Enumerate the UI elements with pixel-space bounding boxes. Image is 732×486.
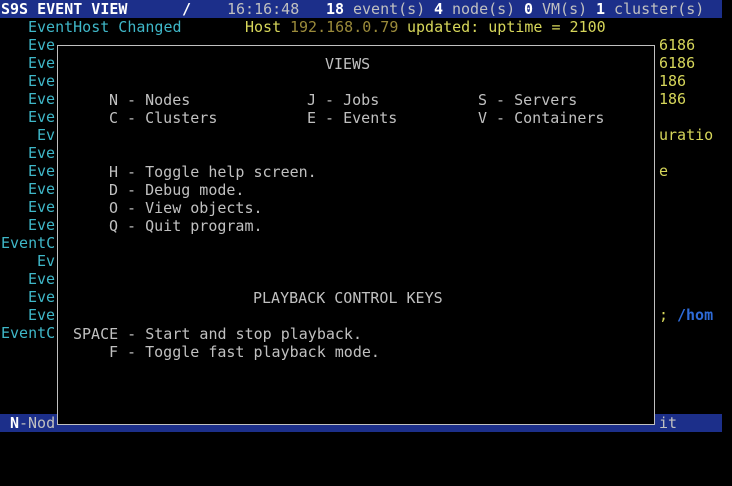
playback-fast[interactable]: F - Toggle fast playback mode. bbox=[109, 343, 380, 361]
view-key-events[interactable]: E - Events bbox=[307, 109, 397, 127]
event-message: e bbox=[659, 162, 669, 180]
footer-label: -Nod bbox=[19, 414, 56, 432]
view-key-containers[interactable]: V - Containers bbox=[478, 109, 604, 127]
event-type: Eve bbox=[28, 72, 56, 90]
event-type: Eve bbox=[28, 270, 56, 288]
playback-title: PLAYBACK CONTROL KEYS bbox=[253, 289, 443, 307]
node-count-label: node(s) bbox=[452, 0, 516, 18]
event-type: Ev bbox=[37, 252, 56, 270]
view-key-jobs[interactable]: J - Jobs bbox=[307, 91, 379, 109]
event-type: Eve bbox=[28, 180, 56, 198]
event-row-selected[interactable]: EventHost Changed Host 192.168.0.79 upda… bbox=[0, 18, 732, 36]
event-message: 186 bbox=[659, 72, 687, 90]
event-message: 186 bbox=[659, 90, 687, 108]
event-type: Eve bbox=[28, 306, 56, 324]
cluster-count: 1 bbox=[596, 0, 606, 18]
event-message: 6186 bbox=[659, 36, 696, 54]
command-objects[interactable]: O - View objects. bbox=[109, 199, 263, 217]
event-message-prefix: Host bbox=[245, 18, 282, 36]
node-count: 4 bbox=[434, 0, 444, 18]
event-count: 18 bbox=[326, 0, 345, 18]
playback-space[interactable]: SPACE - Start and stop playback. bbox=[73, 325, 362, 343]
event-type: Eve bbox=[28, 198, 56, 216]
event-type: EventHost Changed bbox=[28, 18, 182, 36]
event-type: EventC bbox=[1, 234, 56, 252]
command-quit[interactable]: Q - Quit program. bbox=[109, 217, 263, 235]
footer-key[interactable]: N bbox=[10, 414, 19, 432]
event-message: uratio bbox=[659, 126, 714, 144]
command-help[interactable]: H - Toggle help screen. bbox=[109, 163, 317, 181]
event-type: EventC bbox=[1, 324, 56, 342]
clock-time: 16:16:48 bbox=[227, 0, 300, 18]
event-type: Eve bbox=[28, 288, 56, 306]
event-type: Ev bbox=[37, 126, 56, 144]
file-path: /hom bbox=[677, 306, 714, 324]
view-key-clusters[interactable]: C - Clusters bbox=[109, 109, 217, 127]
event-type: Eve bbox=[28, 54, 56, 72]
view-key-servers[interactable]: S - Servers bbox=[478, 91, 577, 109]
event-type: Eve bbox=[28, 216, 56, 234]
command-debug[interactable]: D - Debug mode. bbox=[109, 181, 244, 199]
event-message: ; bbox=[659, 306, 678, 324]
view-title: S9S EVENT VIEW bbox=[1, 0, 128, 18]
footer-right-label: it bbox=[659, 414, 678, 432]
event-count-label: event(s) bbox=[353, 0, 426, 18]
cluster-count-label: cluster(s) bbox=[614, 0, 705, 18]
views-title: VIEWS bbox=[325, 55, 371, 73]
vm-count-label: VM(s) bbox=[542, 0, 588, 18]
vm-count: 0 bbox=[524, 0, 534, 18]
event-type: Eve bbox=[28, 36, 56, 54]
event-type: Eve bbox=[28, 144, 56, 162]
title-separator: / bbox=[182, 0, 192, 18]
help-dialog: VIEWS N - Nodes J - Jobs S - Servers C -… bbox=[57, 45, 655, 425]
event-type: Eve bbox=[28, 162, 56, 180]
event-host-ip: 192.168.0.79 bbox=[290, 18, 399, 36]
view-key-nodes[interactable]: N - Nodes bbox=[109, 91, 190, 109]
event-message: 6186 bbox=[659, 54, 696, 72]
event-type: Eve bbox=[28, 90, 56, 108]
event-message-suffix: updated: uptime = 2100 bbox=[407, 18, 606, 36]
event-type: Eve bbox=[28, 108, 56, 126]
header-bar: S9S EVENT VIEW / 16:16:48 18 event(s) 4 … bbox=[0, 0, 722, 18]
